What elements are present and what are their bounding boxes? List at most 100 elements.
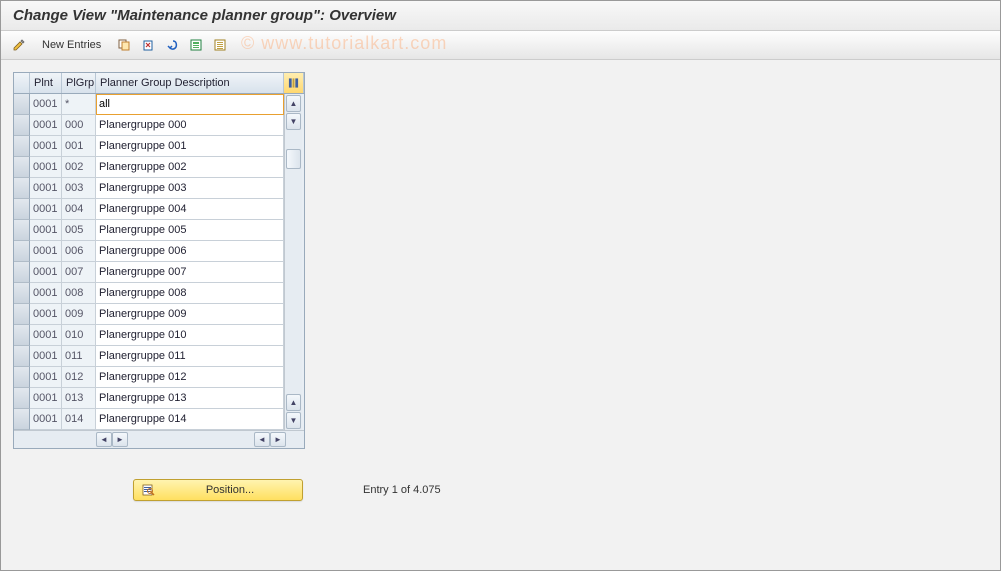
- scroll-up-button-bottom[interactable]: ▲: [286, 394, 301, 411]
- horizontal-scrollbar[interactable]: ◄ ► ◄ ►: [96, 431, 286, 448]
- cell-description[interactable]: Planergruppe 012: [96, 367, 284, 388]
- column-header-plnt[interactable]: Plnt: [30, 73, 62, 93]
- cell-plgrp: 003: [62, 178, 96, 199]
- cell-plgrp: 010: [62, 325, 96, 346]
- position-button[interactable]: Position...: [133, 479, 303, 501]
- position-row: Position... Entry 1 of 4.075: [133, 479, 988, 501]
- table-row: 0001009Planergruppe 009: [14, 304, 284, 325]
- cell-plnt: 0001: [30, 94, 62, 115]
- row-selector[interactable]: [14, 325, 30, 346]
- cell-description[interactable]: Planergruppe 007: [96, 262, 284, 283]
- cell-plgrp: 008: [62, 283, 96, 304]
- scroll-left-button[interactable]: ◄: [96, 432, 112, 447]
- table-row: 0001006Planergruppe 006: [14, 241, 284, 262]
- cell-plnt: 0001: [30, 178, 62, 199]
- row-selector[interactable]: [14, 115, 30, 136]
- h-scroll-track[interactable]: [129, 432, 253, 447]
- scroll-right-button-end[interactable]: ►: [270, 432, 286, 447]
- cell-plnt: 0001: [30, 241, 62, 262]
- cell-description[interactable]: Planergruppe 009: [96, 304, 284, 325]
- cell-plgrp: 012: [62, 367, 96, 388]
- cell-plnt: 0001: [30, 304, 62, 325]
- position-button-label: Position...: [166, 484, 294, 496]
- description-input[interactable]: [99, 98, 280, 110]
- row-selector[interactable]: [14, 304, 30, 325]
- deselect-all-button[interactable]: [210, 35, 230, 55]
- column-header-plgrp[interactable]: PlGrp: [62, 73, 96, 93]
- cell-plgrp: 005: [62, 220, 96, 241]
- cell-description[interactable]: Planergruppe 000: [96, 115, 284, 136]
- table-row: 0001001Planergruppe 001: [14, 136, 284, 157]
- row-selector[interactable]: [14, 94, 30, 115]
- cell-description[interactable]: Planergruppe 013: [96, 388, 284, 409]
- cell-plgrp: 002: [62, 157, 96, 178]
- table-container: Plnt PlGrp Planner Group Description 000…: [13, 72, 305, 449]
- table-row: 0001004Planergruppe 004: [14, 199, 284, 220]
- row-selector[interactable]: [14, 178, 30, 199]
- row-selector[interactable]: [14, 346, 30, 367]
- cell-plnt: 0001: [30, 157, 62, 178]
- display-change-toggle-button[interactable]: [9, 35, 29, 55]
- cell-description[interactable]: [96, 94, 284, 115]
- cell-plnt: 0001: [30, 409, 62, 430]
- row-selector[interactable]: [14, 241, 30, 262]
- delete-button[interactable]: [138, 35, 158, 55]
- vertical-scrollbar[interactable]: ▲ ▼ ▲ ▼: [284, 94, 302, 430]
- column-header-select[interactable]: [14, 73, 30, 93]
- new-entries-button[interactable]: New Entries: [33, 35, 110, 55]
- cell-description[interactable]: Planergruppe 010: [96, 325, 284, 346]
- new-entries-label: New Entries: [42, 39, 101, 51]
- scroll-down-button-bottom[interactable]: ▼: [286, 412, 301, 429]
- cell-description[interactable]: Planergruppe 006: [96, 241, 284, 262]
- cell-description[interactable]: Planergruppe 003: [96, 178, 284, 199]
- scroll-left-button-end[interactable]: ◄: [254, 432, 270, 447]
- scroll-right-button[interactable]: ►: [112, 432, 128, 447]
- undo-button[interactable]: [162, 35, 182, 55]
- table-row: 0001000Planergruppe 000: [14, 115, 284, 136]
- entry-status-text: Entry 1 of 4.075: [363, 484, 441, 496]
- row-selector[interactable]: [14, 262, 30, 283]
- table-row: 0001003Planergruppe 003: [14, 178, 284, 199]
- table-header-row: Plnt PlGrp Planner Group Description: [14, 73, 304, 94]
- column-header-description[interactable]: Planner Group Description: [96, 73, 284, 93]
- row-selector[interactable]: [14, 136, 30, 157]
- row-selector[interactable]: [14, 220, 30, 241]
- cell-plgrp: *: [62, 94, 96, 115]
- cell-description[interactable]: Planergruppe 014: [96, 409, 284, 430]
- row-selector[interactable]: [14, 157, 30, 178]
- scroll-track[interactable]: [285, 131, 302, 393]
- cell-plgrp: 011: [62, 346, 96, 367]
- cell-plnt: 0001: [30, 199, 62, 220]
- table-row: 0001007Planergruppe 007: [14, 262, 284, 283]
- position-icon: [142, 483, 156, 497]
- cell-plgrp: 006: [62, 241, 96, 262]
- cell-description[interactable]: Planergruppe 011: [96, 346, 284, 367]
- copy-as-button[interactable]: [114, 35, 134, 55]
- row-selector[interactable]: [14, 367, 30, 388]
- row-selector[interactable]: [14, 388, 30, 409]
- scroll-up-button[interactable]: ▲: [286, 95, 301, 112]
- cell-plgrp: 013: [62, 388, 96, 409]
- scroll-thumb[interactable]: [286, 149, 301, 169]
- row-selector[interactable]: [14, 409, 30, 430]
- cell-plnt: 0001: [30, 283, 62, 304]
- cell-plnt: 0001: [30, 136, 62, 157]
- select-all-button[interactable]: [186, 35, 206, 55]
- cell-plnt: 0001: [30, 346, 62, 367]
- cell-description[interactable]: Planergruppe 008: [96, 283, 284, 304]
- row-selector[interactable]: [14, 199, 30, 220]
- cell-plgrp: 007: [62, 262, 96, 283]
- cell-plgrp: 014: [62, 409, 96, 430]
- table-row: 0001012Planergruppe 012: [14, 367, 284, 388]
- cell-description[interactable]: Planergruppe 002: [96, 157, 284, 178]
- cell-description[interactable]: Planergruppe 005: [96, 220, 284, 241]
- table-settings-button[interactable]: [284, 73, 304, 93]
- row-selector[interactable]: [14, 283, 30, 304]
- table-row: 0001014Planergruppe 014: [14, 409, 284, 430]
- cell-plnt: 0001: [30, 220, 62, 241]
- table-row: 0001*: [14, 94, 284, 115]
- scroll-down-button[interactable]: ▼: [286, 113, 301, 130]
- table-row: 0001002Planergruppe 002: [14, 157, 284, 178]
- cell-description[interactable]: Planergruppe 004: [96, 199, 284, 220]
- cell-description[interactable]: Planergruppe 001: [96, 136, 284, 157]
